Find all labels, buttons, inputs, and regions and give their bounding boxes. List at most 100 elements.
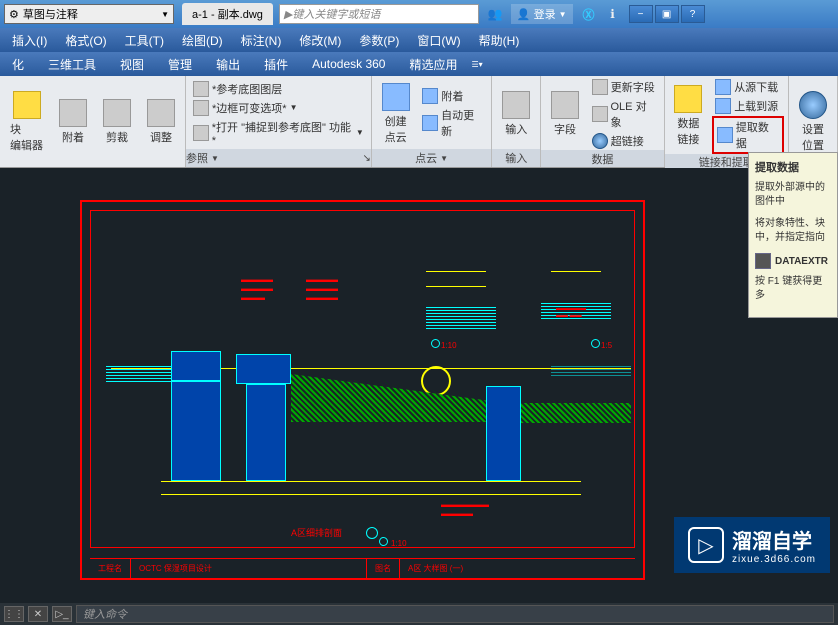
- dwg-block: [246, 384, 286, 481]
- dwg-block: [236, 354, 291, 384]
- dwg-annotation: ▬▬▬▬▬▬▬ ▬▬: [556, 306, 606, 319]
- upload-button[interactable]: 上载到源: [712, 97, 784, 115]
- watermark-url: zixue.3d66.com: [732, 554, 816, 565]
- dwg-circle: [431, 339, 440, 348]
- cmd-handle-button[interactable]: ⋮⋮: [4, 606, 24, 622]
- dwg-line: [426, 271, 486, 272]
- dropdown-arrow-icon: ▼: [161, 10, 169, 19]
- attach-button[interactable]: 附着: [53, 97, 93, 147]
- workspace-label: 草图与注释: [23, 6, 78, 22]
- tab-autodesk360[interactable]: Autodesk 360: [300, 53, 397, 75]
- tab-3dtool[interactable]: 三维工具: [36, 52, 108, 77]
- dwg-circle: [379, 537, 388, 546]
- tooltip-panel: 提取数据 提取外部源中的图件中 将对象特性、块中，并指定指向 DATAEXTR …: [748, 152, 838, 318]
- info-icon[interactable]: ℹ: [605, 6, 621, 22]
- panel-title-pointcloud[interactable]: 点云 ▼: [372, 149, 491, 167]
- tooltip-help: 按 F1 键获得更多: [755, 275, 831, 303]
- dwg-hatch: [426, 306, 496, 331]
- border-option-button[interactable]: *边框可变选项* ▼: [190, 99, 367, 117]
- dwg-line: [426, 286, 486, 287]
- watermark: ▷ 溜溜自学 zixue.3d66.com: [674, 517, 830, 573]
- dwg-block: [171, 381, 221, 481]
- menu-modify[interactable]: 修改(M): [299, 32, 341, 49]
- minimize-button[interactable]: −: [629, 5, 653, 23]
- attach-small-icon: [422, 88, 438, 104]
- adjust-icon: [147, 99, 175, 127]
- border-icon: [193, 100, 209, 116]
- ole-object-button[interactable]: OLE 对象: [589, 97, 660, 131]
- menu-help[interactable]: 帮助(H): [479, 32, 520, 49]
- search-input[interactable]: ▶ 键入关键字或短语: [279, 4, 479, 24]
- cmd-prompt-button[interactable]: ▷_: [52, 606, 72, 622]
- attach-icon: [59, 99, 87, 127]
- tab-view[interactable]: 视图: [108, 52, 156, 77]
- ribbon-panel-input: 输入 输入: [492, 76, 541, 167]
- menu-window[interactable]: 窗口(W): [417, 32, 460, 49]
- menu-bar: 插入(I) 格式(O) 工具(T) 绘图(D) 标注(N) 修改(M) 参数(P…: [0, 28, 838, 52]
- menu-draw[interactable]: 绘图(D): [182, 32, 223, 49]
- download-button[interactable]: 从源下载: [712, 78, 784, 96]
- tab-output[interactable]: 输出: [204, 52, 252, 77]
- snap-icon: [193, 125, 209, 141]
- exchange-icon[interactable]: Ⓧ: [581, 6, 597, 22]
- dwg-vegetation: [521, 403, 631, 423]
- menu-dimension[interactable]: 标注(N): [241, 32, 282, 49]
- dwg-hatch: [106, 366, 171, 384]
- drawing-frame-inner: 1:10 1:5: [90, 210, 635, 548]
- tab-draw[interactable]: 化: [0, 52, 36, 77]
- title-bar: ⚙ 草图与注释 ▼ a-1 - 副本.dwg ▶ 键入关键字或短语 👥 👤 登录…: [0, 0, 838, 28]
- input-button[interactable]: 输入: [496, 89, 536, 139]
- dwg-baseline: [161, 481, 581, 482]
- dwg-vegetation: [291, 374, 486, 422]
- cloud-attach-button[interactable]: 附着: [419, 87, 487, 105]
- menu-tools[interactable]: 工具(T): [125, 32, 164, 49]
- dwg-hatch: [551, 366, 631, 378]
- panel-title-reference[interactable]: 参照 ▼ ↘: [186, 149, 371, 167]
- extract-icon: [717, 127, 733, 143]
- tab-manage[interactable]: 管理: [156, 52, 204, 77]
- dwg-annotation: ▬▬▬▬▬▬▬▬▬▬▬: [241, 276, 296, 302]
- workspace-dropdown[interactable]: ⚙ 草图与注释 ▼: [4, 4, 174, 24]
- tab-featured[interactable]: 精选应用: [397, 52, 469, 77]
- extract-data-button[interactable]: 提取数据: [712, 116, 784, 154]
- dwg-block: [486, 386, 521, 481]
- menu-format[interactable]: 格式(O): [65, 32, 106, 49]
- set-location-button[interactable]: 设置 位置: [793, 89, 833, 155]
- scale-label: 1:10: [441, 341, 457, 350]
- tooltip-command: DATAEXTR: [755, 253, 831, 269]
- ribbon-panel-data: 字段 更新字段 OLE 对象 超链接 数据: [541, 76, 664, 167]
- login-button[interactable]: 👤 登录 ▼: [511, 4, 573, 24]
- command-input[interactable]: 键入命令: [76, 605, 834, 623]
- drawing-title: A区细排剖面: [291, 526, 342, 539]
- tab-plugin[interactable]: 插件: [252, 52, 300, 77]
- hyperlink-button[interactable]: 超链接: [589, 132, 660, 150]
- adjust-button[interactable]: 调整: [141, 97, 181, 147]
- menu-parameter[interactable]: 参数(P): [359, 32, 399, 49]
- help-button[interactable]: ?: [681, 5, 705, 23]
- download-icon: [715, 79, 731, 95]
- tb-label: 工程名: [90, 559, 131, 578]
- clip-button[interactable]: 剪裁: [97, 97, 137, 147]
- tooltip-title: 提取数据: [755, 159, 831, 175]
- restore-button[interactable]: ▣: [655, 5, 679, 23]
- cmd-close-button[interactable]: ✕: [28, 606, 48, 622]
- create-cloud-button[interactable]: 创建 点云: [376, 81, 416, 147]
- globe-icon: [592, 133, 608, 149]
- menu-insert[interactable]: 插入(I): [12, 32, 47, 49]
- people-icon[interactable]: 👥: [487, 6, 503, 22]
- snap-func-button[interactable]: *打开 "捕捉到参考底图" 功能* ▼: [190, 118, 367, 148]
- scale-label: 1:5: [601, 341, 612, 350]
- scale-label: 1:10: [391, 539, 407, 548]
- ref-layer-button[interactable]: *参考底图图层: [190, 80, 367, 98]
- dwg-callout-circle: [421, 366, 451, 396]
- file-tab[interactable]: a-1 - 副本.dwg: [182, 3, 273, 25]
- field-button[interactable]: 字段: [545, 89, 585, 139]
- tb-label: 图名: [367, 559, 400, 578]
- update-field-button[interactable]: 更新字段: [589, 78, 660, 96]
- auto-update-button[interactable]: 自动更新: [419, 106, 487, 140]
- block-editor-button[interactable]: 块 编辑器: [4, 89, 49, 155]
- tab-expand-icon[interactable]: ☰▾: [472, 60, 483, 69]
- dwg-baseline: [161, 494, 581, 495]
- drawing-viewport[interactable]: 1:10 1:5: [0, 168, 838, 603]
- data-link-button[interactable]: 数据 链接: [669, 83, 709, 149]
